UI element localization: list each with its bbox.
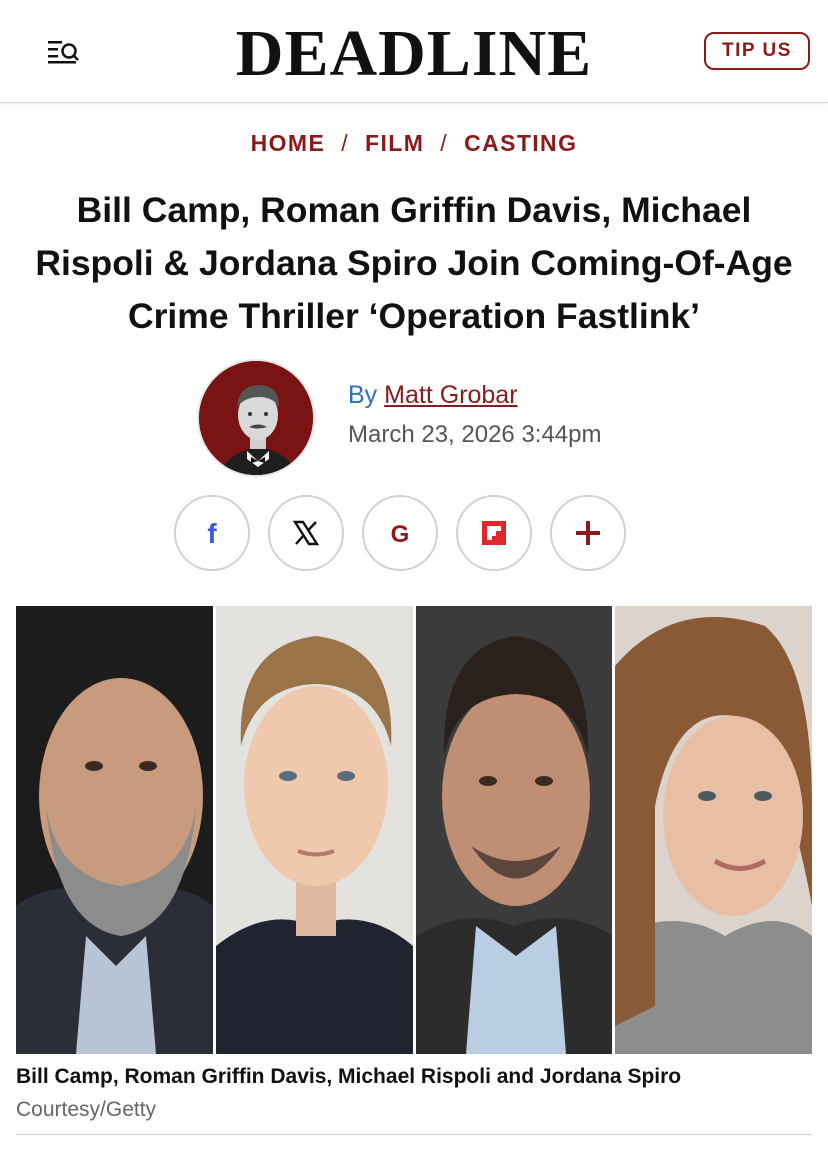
x-share-button[interactable] <box>268 495 344 571</box>
google-icon: G <box>391 521 410 548</box>
author-avatar[interactable] <box>197 359 315 477</box>
google-share-button[interactable]: G <box>362 495 438 571</box>
breadcrumb: HOME / FILM / CASTING <box>0 130 828 157</box>
image-caption: Bill Camp, Roman Griffin Davis, Michael … <box>16 1065 682 1088</box>
publish-date: March 23, 2026 3:44pm <box>348 421 602 448</box>
plus-icon <box>576 521 600 545</box>
x-icon <box>292 520 320 546</box>
breadcrumb-separator: / <box>440 130 449 156</box>
site-header: DEADLINE TIP US <box>0 0 828 103</box>
article-title: Bill Camp, Roman Griffin Davis, Michael … <box>35 190 793 336</box>
tip-us-button[interactable]: TIP US <box>704 32 810 70</box>
breadcrumb-home[interactable]: HOME <box>251 130 326 156</box>
breadcrumb-casting[interactable]: CASTING <box>464 130 577 156</box>
photo-michael-rispoli <box>415 606 613 1054</box>
flipboard-icon <box>482 521 506 545</box>
photo-roman-griffin-davis <box>215 606 413 1054</box>
divider <box>16 1134 812 1135</box>
svg-text:f: f <box>207 518 217 548</box>
hero-image[interactable] <box>16 606 812 1054</box>
facebook-share-button[interactable]: f <box>174 495 250 571</box>
breadcrumb-film[interactable]: FILM <box>365 130 424 156</box>
svg-text:G: G <box>391 521 410 548</box>
image-credit: Courtesy/Getty <box>16 1098 157 1121</box>
by-label: By <box>348 381 378 409</box>
photo-bill-camp <box>16 606 213 1054</box>
photo-jordana-spiro <box>615 606 812 1054</box>
author-link[interactable]: Matt Grobar <box>384 381 517 409</box>
facebook-icon: f <box>207 518 217 548</box>
flipboard-share-button[interactable] <box>456 495 532 571</box>
more-share-button[interactable] <box>550 495 626 571</box>
share-bar: f G <box>174 495 626 571</box>
breadcrumb-separator: / <box>341 130 350 156</box>
byline: By Matt Grobar <box>348 381 518 410</box>
